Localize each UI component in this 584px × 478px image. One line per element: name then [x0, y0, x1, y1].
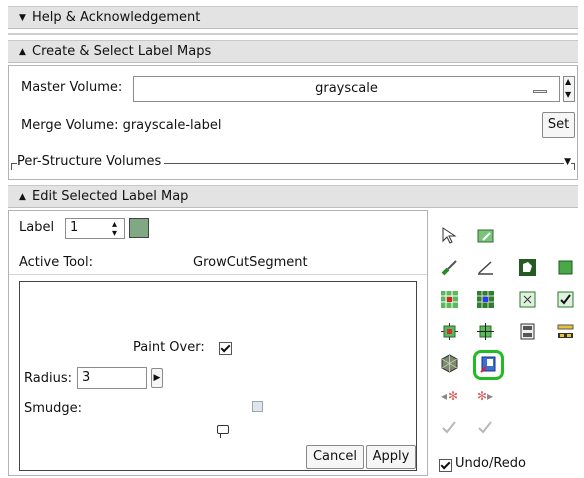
- save-island-icon[interactable]: [518, 322, 537, 341]
- radius-label: Radius:: [24, 371, 72, 386]
- create-section-title: Create & Select Label Maps: [32, 44, 212, 59]
- implicit-rectangle-icon[interactable]: [556, 322, 575, 341]
- spin-down-icon: ▼: [565, 90, 572, 99]
- collapsed-arrow-icon: ▼: [19, 13, 26, 23]
- edit-options-panel: Label 1 ▴ ▾ Active Tool: GrowCutSegment P…: [8, 210, 428, 476]
- master-volume-spinner[interactable]: ▲ ▼: [563, 76, 575, 102]
- svg-text:▸: ▸: [487, 389, 493, 403]
- tool-options-frame: Paint Over: Radius: 3 ▶ Smudge: Cancel A…: [19, 281, 417, 471]
- merge-volume-text: Merge Volume: grayscale-label: [21, 118, 222, 133]
- redo-check-icon[interactable]: [476, 418, 495, 437]
- arrow-pointer-icon[interactable]: [440, 226, 459, 245]
- label-number-field[interactable]: 1 ▴ ▾: [65, 218, 125, 239]
- per-structure-frame[interactable]: Per-Structure Volumes ▼: [11, 154, 575, 170]
- svg-text:✻: ✻: [477, 389, 487, 403]
- undo-redo-label: Undo/Redo: [455, 456, 526, 471]
- change-label-icon[interactable]: [476, 290, 495, 309]
- svg-text:✻: ✻: [448, 389, 458, 403]
- master-volume-selector[interactable]: grayscale: [133, 76, 560, 102]
- draw-line-icon[interactable]: [476, 258, 495, 277]
- paint-over-checkbox[interactable]: [219, 342, 232, 355]
- master-volume-value: grayscale: [315, 81, 378, 96]
- threshold-icon[interactable]: [440, 290, 459, 309]
- level-tracing-icon[interactable]: [518, 258, 537, 277]
- per-structure-left-tick: [11, 163, 12, 170]
- apply-button[interactable]: Apply: [366, 445, 416, 469]
- undo-check-icon[interactable]: [440, 418, 459, 437]
- comment-tail: [220, 434, 223, 438]
- radius-value: 3: [82, 370, 91, 385]
- set-button[interactable]: Set: [542, 112, 575, 138]
- dilate-icon[interactable]: [440, 322, 459, 341]
- label-color-swatch[interactable]: [129, 218, 149, 238]
- fast-marching-icon[interactable]: [440, 354, 459, 373]
- per-structure-expand-icon: ▼: [564, 157, 571, 167]
- identify-islands-icon[interactable]: [556, 290, 575, 309]
- edit-section-header[interactable]: ▲ Edit Selected Label Map: [8, 185, 578, 208]
- help-section-header[interactable]: ▼ Help & Acknowledgement: [8, 6, 578, 29]
- active-tool-divider: [9, 274, 427, 275]
- divider: [8, 33, 578, 35]
- rectangle-fill-icon[interactable]: [556, 258, 575, 277]
- help-section-title: Help & Acknowledgement: [32, 10, 201, 25]
- edit-section-title: Edit Selected Label Map: [32, 189, 189, 204]
- grow-cut-icon[interactable]: [479, 355, 498, 374]
- label-number-value: 1: [70, 220, 79, 235]
- paint-brush-icon[interactable]: [440, 258, 459, 277]
- per-structure-title: Per-Structure Volumes: [17, 154, 165, 169]
- per-structure-right-tick: [574, 163, 575, 170]
- redo-asterisk-icon[interactable]: ✻ ▸: [476, 386, 495, 405]
- eraser-icon[interactable]: [476, 226, 495, 245]
- comment-icon[interactable]: [217, 425, 229, 438]
- label-text: Label: [19, 220, 55, 235]
- expanded-arrow-icon: ▲: [19, 192, 26, 202]
- active-tool-label: Active Tool:: [19, 255, 93, 270]
- selector-bar-icon: [533, 90, 547, 93]
- smudge-label: Smudge:: [24, 401, 83, 416]
- cancel-button[interactable]: Cancel: [306, 445, 364, 469]
- smudge-checkbox[interactable]: [252, 401, 263, 412]
- spin-up-icon: ▲: [565, 77, 572, 86]
- master-volume-label: Master Volume:: [21, 80, 123, 95]
- active-tool-value: GrowCutSegment: [193, 255, 308, 270]
- radius-menu-button[interactable]: ▶: [151, 368, 163, 388]
- expanded-arrow-icon: ▲: [19, 47, 26, 57]
- svg-text:◂: ◂: [441, 389, 447, 403]
- radius-field[interactable]: 3: [77, 367, 147, 389]
- create-section-header[interactable]: ▲ Create & Select Label Maps: [8, 40, 578, 63]
- erode-icon[interactable]: [476, 322, 495, 341]
- remove-islands-icon[interactable]: [518, 290, 537, 309]
- undo-asterisk-icon[interactable]: ◂ ✻: [440, 386, 459, 405]
- label-spinner-icon: ▴ ▾: [111, 219, 117, 239]
- undo-redo-checkbox[interactable]: [439, 459, 452, 472]
- paint-over-label: Paint Over:: [133, 340, 205, 355]
- create-section-panel: Master Volume: grayscale ▲ ▼ Merge Volum…: [8, 65, 578, 180]
